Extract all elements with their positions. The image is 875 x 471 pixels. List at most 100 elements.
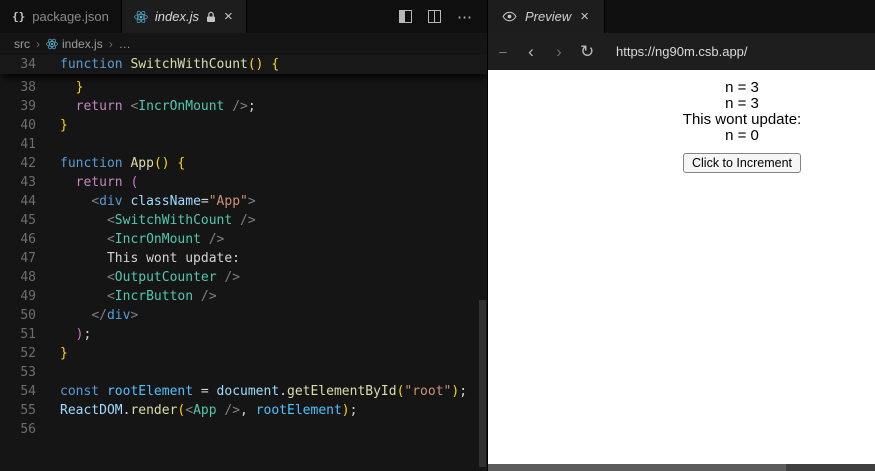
code-text: function App() { — [60, 156, 186, 171]
drag-handle-icon[interactable]: – — [496, 45, 510, 58]
chevron-right-icon: › — [108, 37, 113, 51]
code-line[interactable]: 47 This wont update: — [0, 249, 487, 268]
code-line[interactable]: 55 ReactDOM.render(<App />, rootElement); — [0, 401, 487, 420]
breadcrumb-item-symbol[interactable]: … — [119, 37, 131, 51]
line-number: 45 — [20, 213, 36, 228]
url-bar[interactable]: https://ng90m.csb.app/ — [616, 44, 869, 59]
code-text: ReactDOM.render(<App />, rootElement); — [60, 403, 358, 418]
code-editor[interactable]: 34 function SwitchWithCount() { 38 } 39 re… — [0, 55, 487, 471]
forward-icon[interactable]: › — [552, 43, 566, 60]
preview-output-line: n = 0 — [725, 127, 759, 144]
more-actions-icon[interactable]: ⋯ — [457, 8, 473, 26]
back-icon[interactable]: ‹ — [524, 43, 538, 60]
code-text: } — [60, 80, 84, 95]
breadcrumb-item-file[interactable]: index.js — [46, 37, 103, 51]
code-text: } — [60, 118, 68, 133]
line-number: 41 — [20, 137, 36, 152]
code-line[interactable]: 50 </div> — [0, 306, 487, 325]
code-line[interactable]: 53 — [0, 363, 487, 382]
json-braces-icon: {} — [12, 10, 26, 23]
line-number: 49 — [20, 289, 36, 304]
line-number: 52 — [20, 346, 36, 361]
code-line[interactable]: 40} — [0, 116, 487, 135]
line-number: 55 — [20, 403, 36, 418]
close-icon[interactable]: × — [579, 9, 590, 24]
code-text: return ( — [75, 175, 139, 190]
code-text: <SwitchWithCount /> — [106, 213, 256, 228]
browser-navbar: – ‹ › ↻ https://ng90m.csb.app/ — [488, 33, 875, 70]
close-icon[interactable]: × — [223, 9, 234, 24]
code-text: <div className="App"> — [91, 194, 256, 209]
code-line[interactable]: 49 <IncrButton /> — [0, 287, 487, 306]
breadcrumb: src › index.js › … — [0, 33, 487, 55]
rendered-app: n = 3n = 3 This wont update: n = 0 Click t… — [488, 70, 875, 173]
code-line[interactable]: 38 } — [0, 78, 487, 97]
code-line[interactable]: 43 return ( — [0, 173, 487, 192]
line-number: 34 — [20, 57, 36, 72]
tab-package-json[interactable]: {} package.json — [0, 0, 122, 33]
line-number: 51 — [20, 327, 36, 342]
code-line[interactable]: 48 <OutputCounter /> — [0, 268, 487, 287]
code-text: </div> — [91, 308, 139, 323]
code-line[interactable]: 54 const rootElement = document.getElemen… — [0, 382, 487, 401]
lock-icon — [206, 11, 216, 23]
preview-content: n = 3n = 3 This wont update: n = 0 Click t… — [488, 70, 875, 471]
line-number: 40 — [20, 118, 36, 133]
code-line[interactable]: 42 function App() { — [0, 154, 487, 173]
increment-button[interactable]: Click to Increment — [682, 153, 802, 173]
line-number: 50 — [20, 308, 36, 323]
code-lines: 38 } 39 return <IncrOnMount />; 40} 41 42 fun… — [0, 78, 487, 439]
line-number: 53 — [20, 365, 36, 380]
preview-output-line: n = 3 — [725, 95, 759, 112]
split-editor-icon[interactable] — [428, 10, 441, 23]
code-line[interactable]: 44 <div className="App"> — [0, 192, 487, 211]
editor-pane: {} package.json index.js × ⋯ src › index… — [0, 0, 487, 471]
preview-pane: Preview × – ‹ › ↻ https://ng90m.csb.app/… — [487, 0, 875, 471]
preview-tabbar: Preview × — [488, 0, 875, 33]
toggle-sidebar-icon[interactable] — [399, 10, 412, 23]
code-line[interactable]: 52} — [0, 344, 487, 363]
editor-vertical-scrollbar[interactable] — [478, 55, 487, 471]
scrollbar-thumb[interactable] — [488, 464, 786, 471]
code-line[interactable]: 56 — [0, 420, 487, 439]
code-line[interactable]: 39 return <IncrOnMount />; — [0, 97, 487, 116]
breadcrumb-file-label: index.js — [62, 37, 103, 51]
scrollbar-thumb[interactable] — [479, 300, 486, 467]
tab-label: index.js — [154, 9, 199, 24]
refresh-icon[interactable]: ↻ — [580, 43, 594, 60]
editor-tabbar: {} package.json index.js × ⋯ — [0, 0, 487, 33]
code-text: function SwitchWithCount() { — [60, 57, 280, 72]
react-icon — [134, 10, 148, 24]
breadcrumb-item-src[interactable]: src — [14, 37, 30, 51]
code-text: <OutputCounter /> — [106, 270, 241, 285]
line-number: 46 — [20, 232, 36, 247]
chevron-right-icon: › — [36, 37, 40, 51]
code-line[interactable]: 45 <SwitchWithCount /> — [0, 211, 487, 230]
code-text: } — [60, 346, 68, 361]
line-number: 39 — [20, 99, 36, 114]
code-text: <IncrOnMount /> — [106, 232, 225, 247]
tab-preview[interactable]: Preview × — [488, 0, 606, 33]
tab-label: package.json — [32, 9, 109, 24]
line-number: 48 — [20, 270, 36, 285]
eye-icon — [502, 9, 517, 24]
line-number: 56 — [20, 422, 36, 437]
code-line[interactable]: 46 <IncrOnMount /> — [0, 230, 487, 249]
line-number: 43 — [20, 175, 36, 190]
code-text: return <IncrOnMount />; — [75, 99, 256, 114]
tab-index-js[interactable]: index.js × — [121, 0, 247, 33]
code-line[interactable]: 51 ); — [0, 325, 487, 344]
preview-output-line: n = 3 — [725, 79, 759, 96]
line-number: 47 — [20, 251, 36, 266]
tabbar-spacer — [247, 0, 399, 33]
tab-label: Preview — [525, 9, 572, 24]
preview-horizontal-scrollbar[interactable] — [488, 464, 875, 471]
code-text: <IncrButton /> — [106, 289, 217, 304]
sticky-scroll-line[interactable]: 34 function SwitchWithCount() { — [0, 55, 487, 74]
line-number: 44 — [20, 194, 36, 209]
preview-output-line: This wont update: — [682, 111, 802, 128]
code-line[interactable]: 41 — [0, 135, 487, 154]
